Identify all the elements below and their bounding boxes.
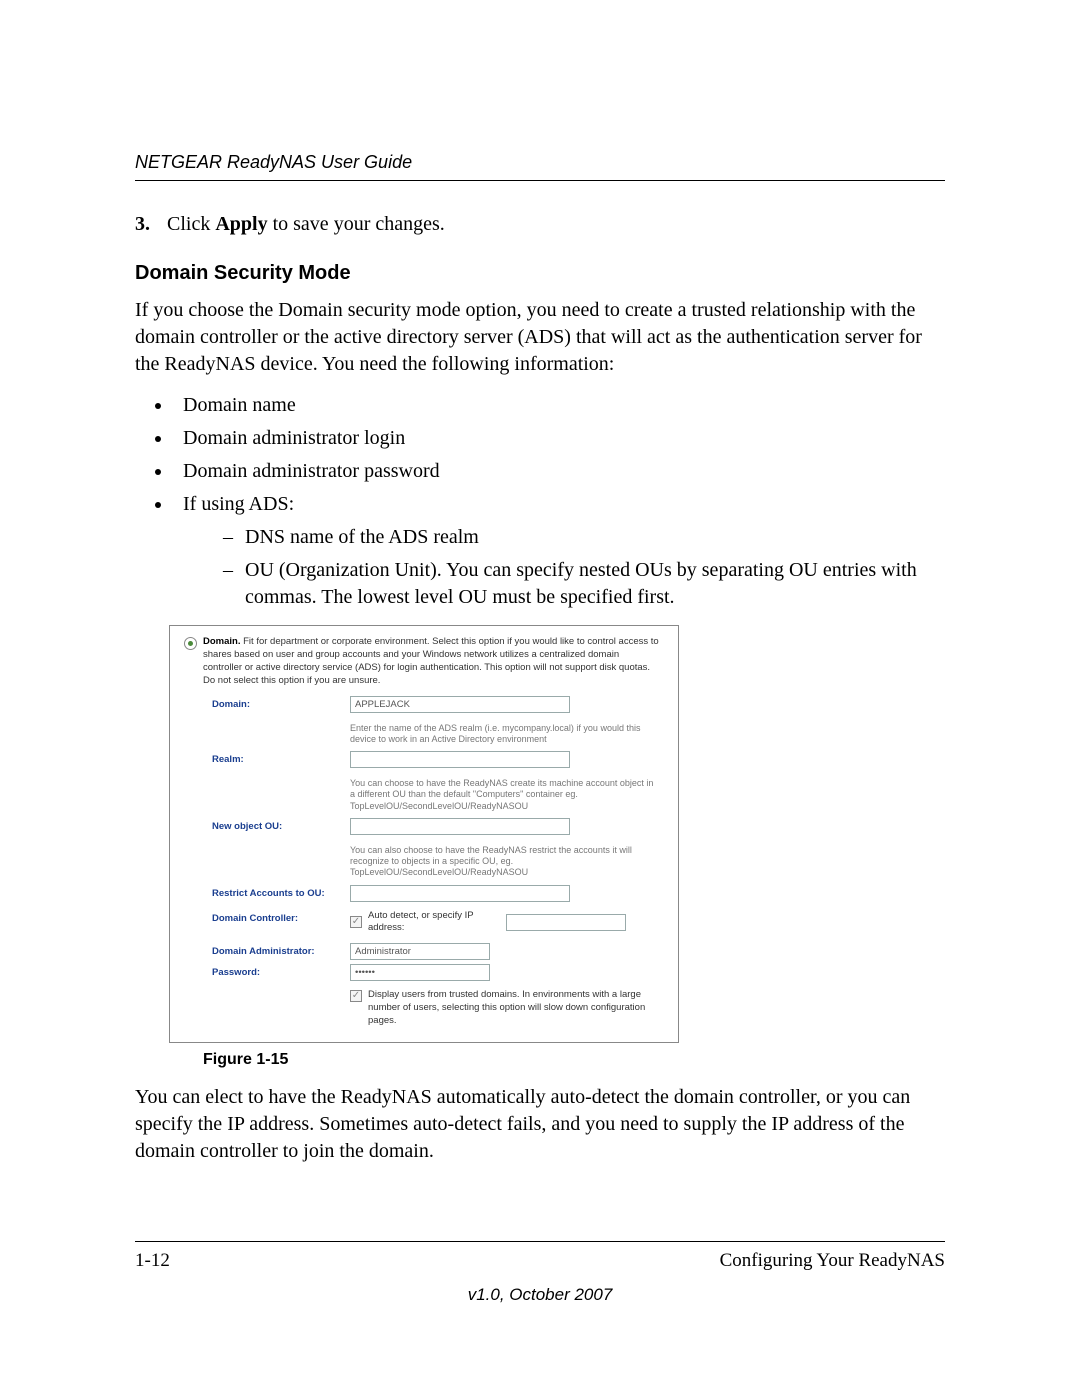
domain-option-description: Domain. Fit for department or corporate … [203, 636, 660, 687]
display-users-checkbox[interactable]: ✓ [350, 990, 362, 1002]
display-users-text: Display users from trusted domains. In e… [368, 989, 660, 1027]
step-post: to save your changes. [268, 213, 445, 235]
dc-ip-input[interactable] [506, 914, 626, 931]
requirements-list: Domain name Domain administrator login D… [135, 392, 945, 611]
newou-input[interactable] [350, 818, 570, 835]
step-3: 3. Click Apply to save your changes. [135, 211, 945, 238]
sub-list-item: DNS name of the ADS realm [223, 524, 945, 551]
intro-paragraph: If you choose the Domain security mode o… [135, 297, 945, 378]
admin-input[interactable] [350, 943, 490, 960]
footer-divider [135, 1241, 945, 1242]
step-pre: Click [167, 213, 215, 235]
realm-label: Realm: [212, 751, 350, 767]
list-item: If using ADS: DNS name of the ADS realm … [173, 491, 945, 611]
domain-radio[interactable] [184, 637, 197, 650]
domain-bold: Domain. [203, 636, 240, 647]
password-input[interactable] [350, 964, 490, 981]
running-header: NETGEAR ReadyNAS User Guide [135, 150, 945, 174]
section-heading: Domain Security Mode [135, 260, 945, 287]
figure-screenshot: Domain. Fit for department or corporate … [169, 625, 679, 1042]
step-number: 3. [135, 211, 167, 238]
page-number: 1-12 [135, 1248, 170, 1274]
sub-list-item: OU (Organization Unit). You can specify … [223, 557, 945, 611]
auto-detect-checkbox[interactable]: ✓ [350, 916, 362, 928]
footer-section: Configuring Your ReadyNAS [720, 1248, 945, 1274]
step-text: Click Apply to save your changes. [167, 211, 445, 238]
newou-hint: You can choose to have the ReadyNAS crea… [350, 778, 660, 812]
step-bold: Apply [215, 213, 267, 235]
password-label: Password: [212, 964, 350, 980]
dc-text: Auto detect, or specify IP address: [368, 910, 498, 936]
list-item-label: If using ADS: [183, 493, 294, 515]
outro-paragraph: You can elect to have the ReadyNAS autom… [135, 1084, 945, 1165]
dc-label: Domain Controller: [212, 910, 350, 926]
restrict-input[interactable] [350, 885, 570, 902]
footer-version: v1.0, October 2007 [135, 1284, 945, 1307]
realm-input[interactable] [350, 751, 570, 768]
header-divider [135, 180, 945, 181]
realm-hint: Enter the name of the ADS realm (i.e. my… [350, 723, 660, 746]
newou-label: New object OU: [212, 818, 350, 834]
list-item: Domain administrator login [173, 425, 945, 452]
list-item: Domain name [173, 392, 945, 419]
domain-text: Fit for department or corporate environm… [203, 636, 659, 685]
figure-caption: Figure 1-15 [203, 1049, 945, 1071]
restrict-hint: You can also choose to have the ReadyNAS… [350, 845, 660, 879]
admin-label: Domain Administrator: [212, 943, 350, 959]
list-item: Domain administrator password [173, 458, 945, 485]
domain-input[interactable] [350, 696, 570, 713]
domain-label: Domain: [212, 696, 350, 712]
restrict-label: Restrict Accounts to OU: [212, 885, 350, 901]
